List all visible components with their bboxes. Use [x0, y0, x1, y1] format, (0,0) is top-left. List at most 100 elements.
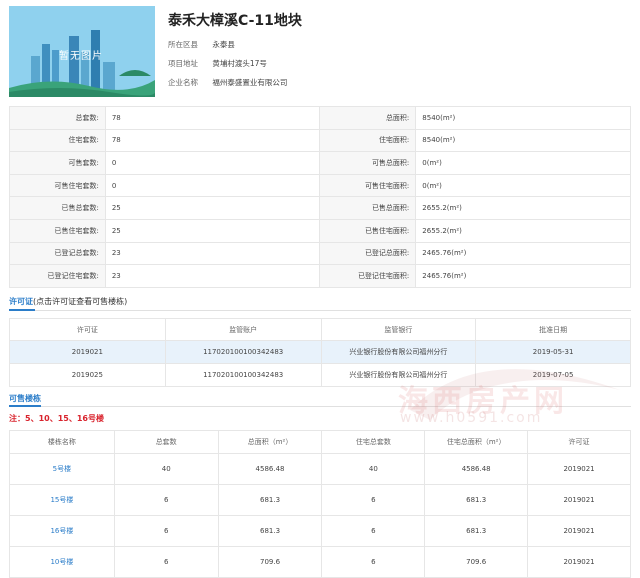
stats-row: 已售总套数: 25 已售总面积: 2655.2(m²): [9, 196, 631, 220]
column-header: 总套数: [113, 430, 219, 454]
permit-account: 117020100100342483: [164, 363, 322, 387]
table-cell: 6: [113, 515, 219, 547]
table-cell: 6: [113, 484, 219, 516]
table-cell: 2019021: [527, 546, 631, 578]
watermark-url: www.h0591.com: [400, 410, 543, 426]
stat-label: 可售总面积:: [319, 151, 417, 175]
stats-row: 已售住宅套数: 25 已售住宅面积: 2655.2(m²): [9, 218, 631, 243]
info-value: 福州泰盛置业有限公司: [212, 78, 288, 87]
stat-value: 0(m²): [415, 173, 631, 198]
permit-date: 2019-05-31: [475, 340, 631, 364]
stat-label: 可售套数:: [9, 151, 106, 175]
stat-label: 已登记总套数:: [9, 241, 106, 266]
stats-row: 可售套数: 0 可售总面积: 0(m²): [9, 151, 631, 175]
info-address: 项目地址 黄埔村渡头17号: [168, 58, 267, 69]
stat-value: 25: [104, 196, 321, 220]
table-cell: 681.3: [217, 515, 323, 547]
stat-label: 已售总套数:: [9, 196, 106, 220]
stat-value: 2655.2(m²): [415, 218, 631, 243]
stat-label: 已售住宅套数:: [9, 218, 106, 243]
stat-label: 已登记住宅面积:: [319, 264, 417, 288]
stat-value: 0(m²): [415, 151, 631, 175]
building-table: 楼栋名称 总套数 总面积（m²） 住宅总套数 住宅总面积（m²） 许可证 5号楼…: [9, 430, 631, 578]
info-label: 所在区县: [168, 40, 198, 49]
stat-label: 可售住宅面积:: [319, 173, 417, 198]
project-title: 泰禾大樟溪C-11地块: [168, 13, 302, 29]
project-header: 暂无图片 泰禾大樟溪C-11地块 所在区县 永泰县 项目地址 黄埔村渡头17号 …: [9, 6, 631, 98]
table-cell: 681.3: [424, 515, 529, 547]
permit-number[interactable]: 2019021: [9, 340, 166, 364]
table-cell: 709.6: [424, 546, 529, 578]
stat-label: 住宅套数:: [9, 128, 106, 153]
table-cell: 681.3: [217, 484, 323, 516]
thumbnail-text: 暂无图片: [59, 51, 103, 62]
info-label: 项目地址: [168, 59, 198, 68]
building-link[interactable]: 15号楼: [9, 484, 115, 516]
table-cell: 4586.48: [424, 453, 529, 485]
permit-account: 117020100100342483: [164, 340, 322, 364]
info-company: 企业名称 福州泰盛置业有限公司: [168, 77, 287, 88]
column-header: 监管账户: [164, 318, 322, 341]
stat-label: 已售总面积:: [319, 196, 417, 220]
column-header: 住宅总套数: [321, 430, 426, 454]
stat-label: 总套数:: [9, 106, 106, 130]
column-header: 监管银行: [320, 318, 477, 341]
stat-value: 78: [104, 106, 321, 130]
stat-value: 78: [104, 128, 321, 153]
stat-value: 23: [104, 264, 321, 288]
column-header: 许可证: [9, 318, 166, 341]
permit-number[interactable]: 2019025: [9, 363, 166, 387]
stats-row: 已登记总套数: 23 已登记总面积: 2465.76(m²): [9, 241, 631, 266]
table-cell: 40: [113, 453, 219, 485]
column-header: 总面积（m²）: [217, 430, 323, 454]
permit-header-row: 许可证 监管账户 监管银行 批准日期: [9, 318, 631, 341]
permit-section-title: 许可证(点击许可证查看可售楼栋): [9, 296, 127, 307]
permit-row[interactable]: 2019021 117020100100342483 兴业银行股份有限公司福州分…: [9, 340, 631, 364]
building-link[interactable]: 5号楼: [9, 453, 115, 485]
table-cell: 6: [321, 515, 426, 547]
building-row: 15号楼 6 681.3 6 681.3 2019021: [9, 484, 631, 516]
building-link[interactable]: 10号楼: [9, 546, 115, 578]
column-header: 楼栋名称: [9, 430, 115, 454]
permit-note: (点击许可证查看可售楼栋): [33, 297, 128, 306]
table-cell: 40: [321, 453, 426, 485]
building-row: 5号楼 40 4586.48 40 4586.48 2019021: [9, 453, 631, 485]
info-value: 永泰县: [212, 40, 235, 49]
stats-table: 总套数: 78 总面积: 8540(m²) 住宅套数: 78 住宅面积: 854…: [9, 106, 631, 288]
building-section-title: 可售楼栋: [9, 394, 41, 403]
table-cell: 2019021: [527, 453, 631, 485]
building-remark: 注：5、10、15、16号楼: [9, 414, 104, 423]
stats-row: 总套数: 78 总面积: 8540(m²): [9, 106, 631, 130]
section-divider: [9, 310, 631, 311]
column-header: 住宅总面积（m²）: [424, 430, 529, 454]
table-cell: 6: [321, 546, 426, 578]
stats-row: 住宅套数: 78 住宅面积: 8540(m²): [9, 128, 631, 153]
permit-bank: 兴业银行股份有限公司福州分行: [320, 340, 477, 364]
column-header: 批准日期: [475, 318, 631, 341]
stat-label: 可售住宅套数:: [9, 173, 106, 198]
stats-row: 已登记住宅套数: 23 已登记住宅面积: 2465.76(m²): [9, 264, 631, 288]
info-district: 所在区县 永泰县: [168, 39, 235, 50]
permit-title: 许可证: [9, 297, 33, 306]
info-label: 企业名称: [168, 78, 198, 87]
info-value: 黄埔村渡头17号: [212, 59, 267, 68]
building-header-row: 楼栋名称 总套数 总面积（m²） 住宅总套数 住宅总面积（m²） 许可证: [9, 430, 631, 454]
stat-value: 2655.2(m²): [415, 196, 631, 220]
table-cell: 681.3: [424, 484, 529, 516]
column-header: 许可证: [527, 430, 631, 454]
stat-value: 0: [104, 173, 321, 198]
building-row: 10号楼 6 709.6 6 709.6 2019021: [9, 546, 631, 578]
table-cell: 2019021: [527, 484, 631, 516]
stats-row: 可售住宅套数: 0 可售住宅面积: 0(m²): [9, 173, 631, 198]
table-cell: 709.6: [217, 546, 323, 578]
stat-value: 25: [104, 218, 321, 243]
building-link[interactable]: 16号楼: [9, 515, 115, 547]
stat-value: 8540(m²): [415, 128, 631, 153]
section-underline: [9, 309, 35, 311]
stat-label: 已登记总面积:: [319, 241, 417, 266]
table-cell: 2019021: [527, 515, 631, 547]
stat-label: 住宅面积:: [319, 128, 417, 153]
table-cell: 4586.48: [217, 453, 323, 485]
stat-value: 23: [104, 241, 321, 266]
table-cell: 6: [321, 484, 426, 516]
